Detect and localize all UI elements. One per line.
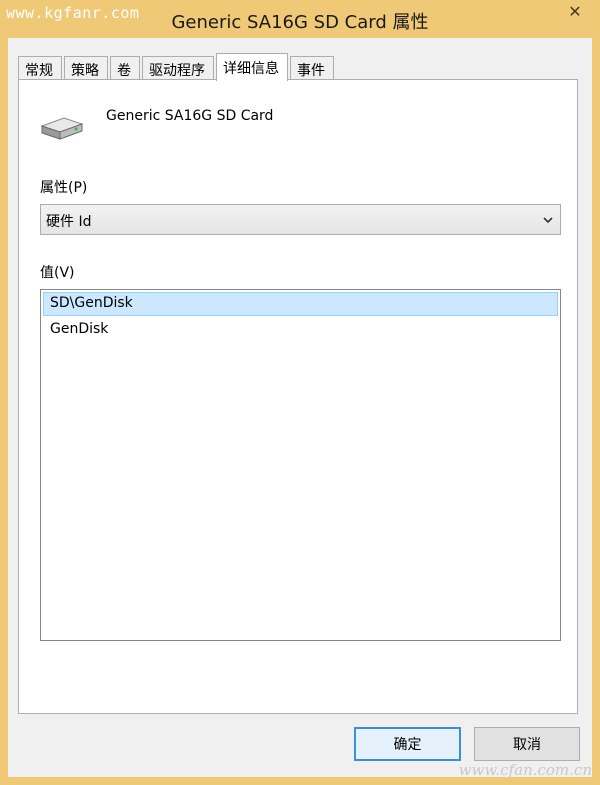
cancel-button[interactable]: 取消 (474, 727, 580, 761)
ok-button[interactable]: 确定 (354, 727, 461, 761)
tab-driver[interactable]: 驱动程序 (142, 56, 214, 80)
close-button[interactable]: ✕ (558, 0, 592, 22)
drive-icon (40, 117, 84, 140)
tab-strip: 常规 策略 卷 驱动程序 详细信息 事件 (18, 52, 336, 81)
dialog-client-area: 常规 策略 卷 驱动程序 详细信息 事件 Generic SA16G SD Ca… (8, 38, 592, 777)
window-title: Generic SA16G SD Card 属性 (171, 12, 429, 33)
list-item[interactable]: GenDisk (43, 318, 558, 342)
tab-volumes[interactable]: 卷 (110, 56, 140, 80)
value-label: 值(V) (40, 265, 75, 281)
properties-window: www.kgfanr.com Generic SA16G SD Card 属性 … (0, 0, 600, 785)
close-icon: ✕ (568, 1, 582, 21)
tab-general[interactable]: 常规 (18, 56, 62, 80)
property-select-value: 硬件 Id (46, 214, 92, 230)
value-listbox[interactable]: SD\GenDisk GenDisk (40, 289, 561, 641)
tab-events[interactable]: 事件 (290, 56, 334, 80)
watermark-bottom: www.cfan.com.cn (458, 761, 592, 779)
property-select[interactable]: 硬件 Id (40, 204, 561, 235)
tab-details[interactable]: 详细信息 (216, 53, 288, 81)
tab-policies[interactable]: 策略 (64, 56, 108, 80)
details-panel: Generic SA16G SD Card 属性(P) 硬件 Id 值(V) S… (18, 79, 578, 714)
list-item[interactable]: SD\GenDisk (43, 292, 558, 316)
property-label: 属性(P) (40, 180, 88, 196)
device-name: Generic SA16G SD Card (106, 108, 274, 124)
chevron-down-icon (543, 217, 553, 224)
